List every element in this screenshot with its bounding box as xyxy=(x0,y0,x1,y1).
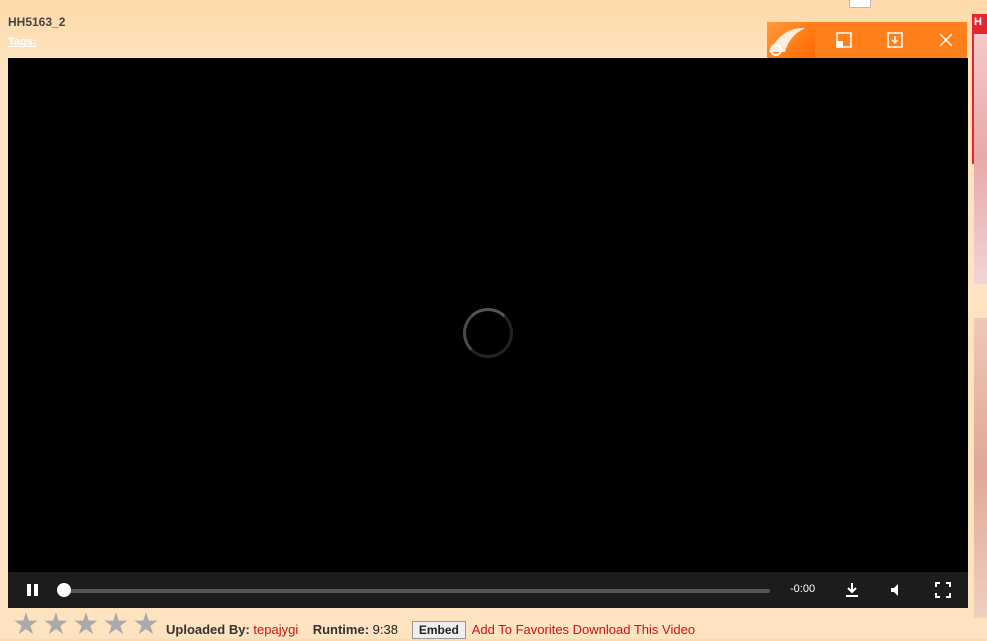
save-video-button[interactable] xyxy=(886,31,904,49)
progress-knob[interactable] xyxy=(57,583,71,597)
star-icon[interactable]: ★ xyxy=(12,610,40,640)
fullscreen-icon xyxy=(935,582,951,598)
volume-button[interactable] xyxy=(888,581,906,599)
pause-button[interactable] xyxy=(24,581,42,599)
download-button[interactable] xyxy=(843,581,861,599)
popout-button[interactable] xyxy=(835,31,853,49)
tags-link[interactable]: Tags: xyxy=(8,36,37,48)
star-icon[interactable]: ★ xyxy=(42,610,70,640)
video-info-bar: ★ ★ ★ ★ ★ Uploaded By: tepajygi Runtime: 9:3… xyxy=(8,610,987,640)
ad-label: H xyxy=(974,16,982,28)
uploader-link[interactable]: tepajygi xyxy=(253,622,298,637)
add-to-favorites-link[interactable]: Add To Favorites xyxy=(472,622,569,637)
ad-image-2[interactable] xyxy=(974,318,987,618)
pause-icon xyxy=(27,584,38,596)
fullscreen-button[interactable] xyxy=(934,581,952,599)
search-icon[interactable] xyxy=(849,0,871,8)
player-controls: -0:00 xyxy=(8,572,968,608)
close-icon xyxy=(939,33,953,47)
uploaded-by-label: Uploaded By: xyxy=(166,622,250,637)
download-icon xyxy=(846,583,858,597)
runtime-label: Runtime: xyxy=(312,622,370,637)
download-icon xyxy=(887,32,903,48)
volume-icon xyxy=(891,584,898,596)
progress-bar[interactable] xyxy=(63,589,770,593)
page-title: HH5163_2 xyxy=(8,15,66,29)
star-icon[interactable]: ★ xyxy=(102,610,130,640)
star-icon[interactable]: ★ xyxy=(72,610,100,640)
star-icon[interactable]: ★ xyxy=(132,610,160,640)
logo-icon xyxy=(767,22,815,58)
video-player[interactable]: -0:00 xyxy=(8,58,968,608)
ad-image[interactable] xyxy=(974,34,987,284)
popout-icon xyxy=(836,32,852,48)
browser-video-overlay xyxy=(767,22,967,58)
runtime-value: 9:38 xyxy=(372,622,398,637)
time-remaining: -0:00 xyxy=(790,583,816,595)
embed-button[interactable]: Embed xyxy=(411,621,466,639)
loading-spinner-icon xyxy=(463,308,513,358)
close-button[interactable] xyxy=(937,31,955,49)
download-video-link[interactable]: Download This Video xyxy=(573,622,695,637)
rating-stars[interactable]: ★ ★ ★ ★ ★ xyxy=(12,610,162,640)
video-meta: Uploaded By: tepajygi Runtime: 9:38 Embe… xyxy=(166,621,695,639)
